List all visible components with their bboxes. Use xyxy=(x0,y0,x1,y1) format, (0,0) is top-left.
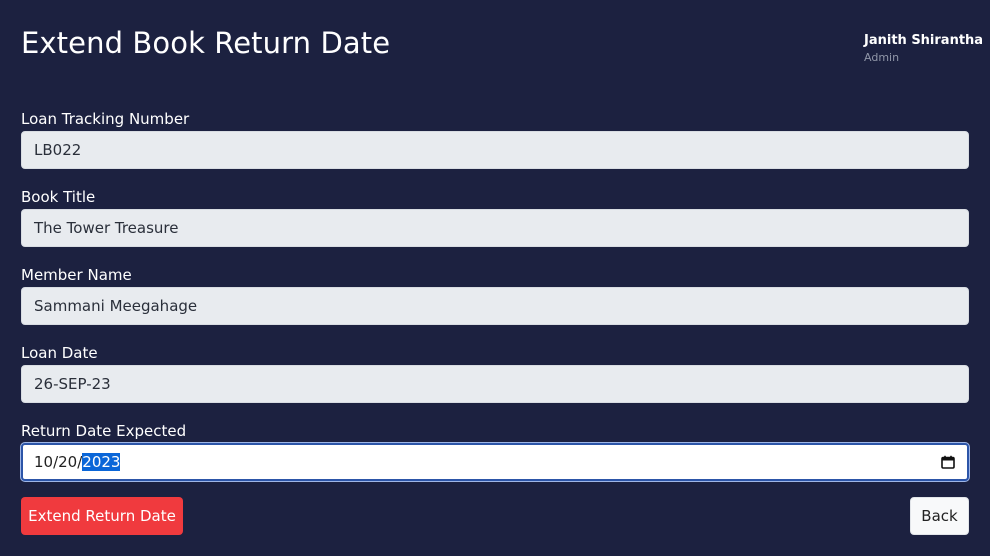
return-date-expected-input[interactable]: 10/20/2023 xyxy=(21,443,969,481)
loan-date-field[interactable]: 26-SEP-23 xyxy=(21,365,969,403)
user-info: Janith Shirantha Admin xyxy=(864,32,983,67)
page-title: Extend Book Return Date xyxy=(21,26,391,60)
extend-return-date-button[interactable]: Extend Return Date xyxy=(21,497,183,535)
back-button[interactable]: Back xyxy=(910,497,969,535)
extend-return-page: Extend Book Return Date Janith Shirantha… xyxy=(0,0,990,556)
book-title-field[interactable]: The Tower Treasure xyxy=(21,209,969,247)
member-name-label: Member Name xyxy=(21,266,132,284)
user-role: Admin xyxy=(864,51,900,64)
user-name: Janith Shirantha xyxy=(864,33,984,48)
member-name-field[interactable]: Sammani Meegahage xyxy=(21,287,969,325)
return-date-expected-label: Return Date Expected xyxy=(21,422,187,440)
loan-date-label: Loan Date xyxy=(21,344,98,362)
book-title-label: Book Title xyxy=(21,188,96,206)
loan-tracking-number-label: Loan Tracking Number xyxy=(21,110,190,128)
calendar-icon[interactable] xyxy=(941,455,955,469)
loan-tracking-number-field[interactable]: LB022 xyxy=(21,131,969,169)
return-date-year-selected: 2023 xyxy=(82,453,121,471)
return-date-prefix: 10/20/ xyxy=(34,453,83,471)
